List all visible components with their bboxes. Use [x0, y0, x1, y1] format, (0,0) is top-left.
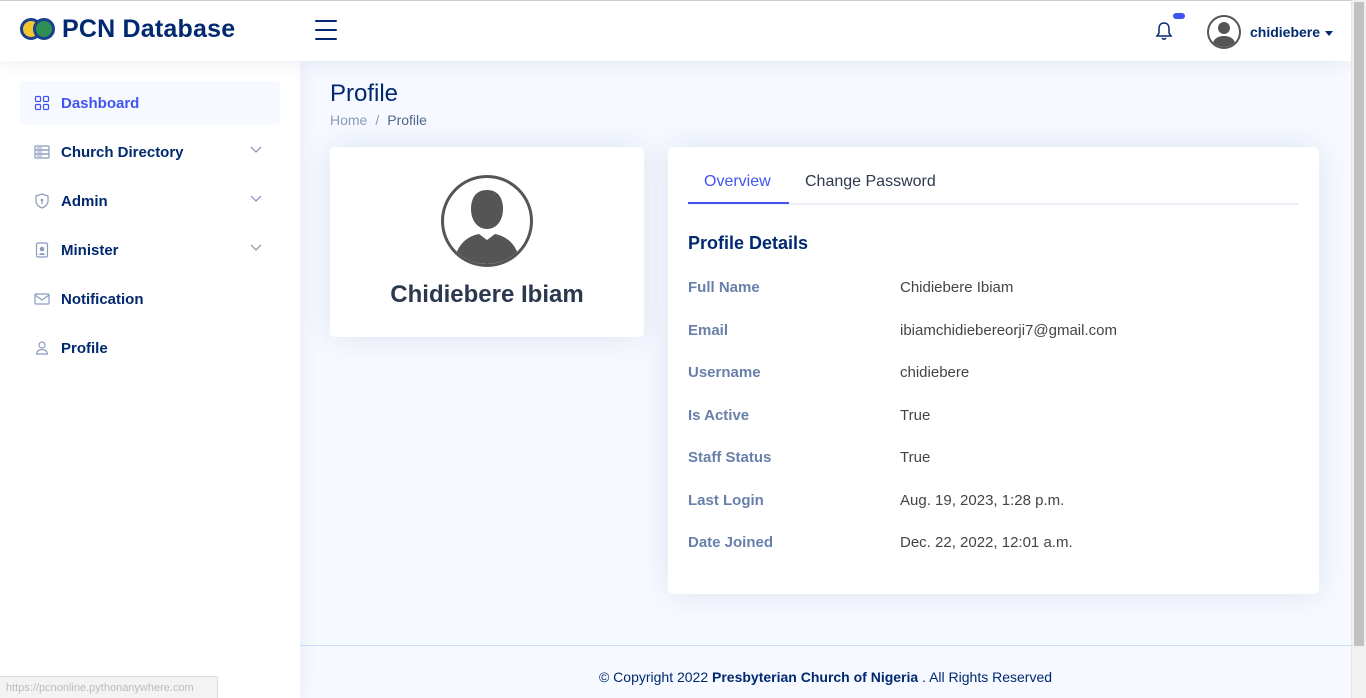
section-title: Profile Details [688, 233, 809, 253]
breadcrumb-separator: / [375, 112, 380, 128]
detail-label: Staff Status [688, 449, 772, 466]
detail-label: Is Active [688, 407, 750, 424]
profile-tabs: Overview Change Password [688, 167, 1299, 205]
chevron-down-icon[interactable] [250, 195, 262, 203]
tab-overview[interactable]: Overview [704, 173, 771, 191]
top-header: PCN Database chidiebere [0, 0, 1351, 61]
grid-icon [34, 95, 50, 111]
profile-summary-card: Chidiebere Ibiam [330, 147, 644, 337]
sidebar-item-label: Notification [61, 290, 144, 308]
page-title: Profile [330, 80, 399, 107]
sidebar-item-minister[interactable]: Minister [20, 228, 280, 272]
detail-value: Dec. 22, 2022, 12:01 a.m. [900, 534, 1073, 551]
scrollbar-thumb[interactable] [1354, 2, 1364, 646]
sidebar-item-label: Dashboard [61, 94, 140, 112]
sidebar-item-label: Profile [61, 339, 108, 357]
breadcrumb-home-link[interactable]: Home [330, 112, 367, 128]
page-scrollbar[interactable] [1351, 0, 1366, 698]
person-icon [35, 341, 49, 355]
server-icon [34, 145, 50, 159]
detail-value: Chidiebere Ibiam [900, 279, 1014, 296]
status-bar-url: https://pcnonline.pythonanywhere.com [0, 676, 218, 698]
person-silhouette-icon [454, 190, 520, 264]
detail-label: Full Name [688, 279, 760, 296]
detail-label: Email [688, 322, 729, 339]
logo-emblem-icon [20, 17, 56, 43]
sidebar-toggle-button[interactable] [315, 20, 337, 40]
detail-row: Staff Status True [688, 449, 1299, 471]
copyright-suffix: . All Rights Reserved [922, 669, 1053, 685]
breadcrumb: Home / Profile [330, 112, 427, 128]
shield-icon [35, 193, 49, 209]
detail-label: Username [688, 364, 761, 381]
person-badge-icon [35, 242, 49, 258]
detail-value: True [900, 449, 931, 466]
profile-name: Chidiebere Ibiam [390, 281, 584, 308]
sidebar-item-admin[interactable]: Admin [20, 179, 280, 223]
sidebar-item-church-directory[interactable]: Church Directory [20, 130, 280, 174]
copyright-prefix: © Copyright 2022 [598, 669, 709, 685]
user-menu-dropdown[interactable]: chidiebere [1250, 24, 1320, 40]
profile-avatar [441, 175, 533, 267]
profile-details-card: Overview Change Password Profile Details… [668, 147, 1319, 594]
active-tab-indicator [688, 202, 789, 204]
copyright-org: Presbyterian Church of Nigeria [712, 669, 919, 685]
detail-label: Last Login [688, 492, 764, 509]
sidebar-item-notification[interactable]: Notification [20, 277, 280, 321]
detail-row: Last Login Aug. 19, 2023, 1:28 p.m. [688, 492, 1299, 514]
notification-badge [1173, 13, 1185, 19]
sidebar-item-label: Minister [61, 241, 119, 259]
detail-row: Email ibiamchidiebereorji7@gmail.com [688, 322, 1299, 344]
sidebar-item-dashboard[interactable]: Dashboard [20, 81, 280, 125]
detail-row: Full Name Chidiebere Ibiam [688, 279, 1299, 301]
detail-row: Username chidiebere [688, 364, 1299, 386]
detail-value: True [900, 407, 931, 424]
chevron-down-icon[interactable] [250, 146, 262, 154]
detail-label: Date Joined [688, 534, 774, 551]
breadcrumb-current: Profile [387, 112, 427, 128]
detail-value: ibiamchidiebereorji7@gmail.com [900, 322, 1117, 339]
brand-logo[interactable]: PCN Database [20, 15, 235, 44]
bell-icon[interactable] [1155, 21, 1173, 41]
sidebar-item-label: Church Directory [61, 143, 184, 161]
tab-change-password[interactable]: Change Password [805, 173, 936, 191]
detail-row: Date Joined Dec. 22, 2022, 12:01 a.m. [688, 534, 1299, 556]
sidebar-item-label: Admin [61, 192, 108, 210]
detail-value: chidiebere [900, 364, 970, 381]
chevron-down-icon[interactable] [250, 244, 262, 252]
copyright-text: © Copyright 2022 Presbyterian Church of … [300, 669, 1351, 685]
brand-title: PCN Database [62, 15, 236, 43]
caret-down-icon[interactable] [1325, 31, 1333, 36]
sidebar-item-profile[interactable]: Profile [20, 326, 280, 370]
footer: © Copyright 2022 Presbyterian Church of … [300, 645, 1351, 698]
user-avatar[interactable] [1207, 15, 1241, 49]
person-silhouette-icon [1212, 22, 1236, 47]
detail-row: Is Active True [688, 407, 1299, 429]
detail-value: Aug. 19, 2023, 1:28 p.m. [900, 492, 1065, 509]
envelope-icon [34, 293, 50, 305]
sidebar: Dashboard Church Directory Admin Ministe… [0, 61, 300, 698]
